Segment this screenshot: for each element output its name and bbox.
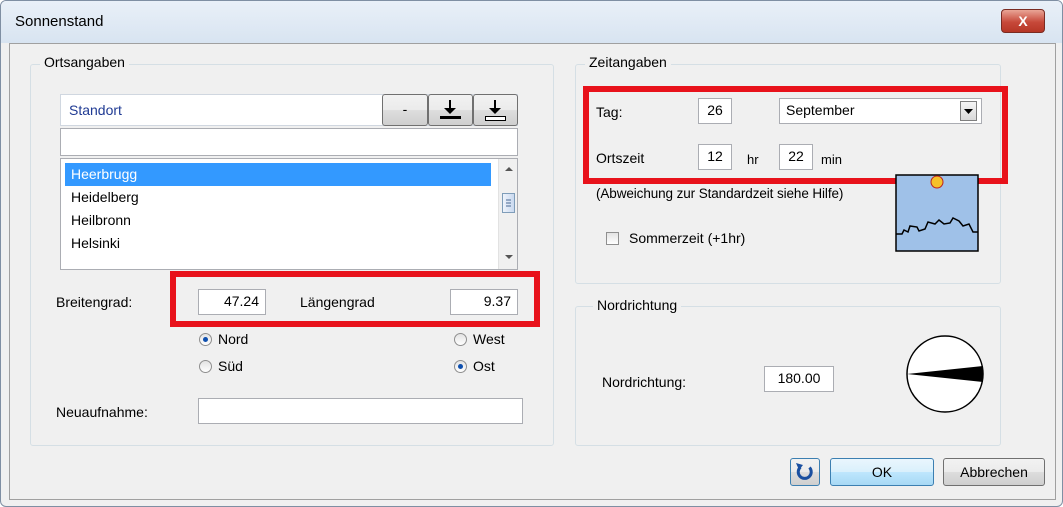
- ortsangaben-legend: Ortsangaben: [40, 54, 129, 70]
- list-item[interactable]: Helsinki: [65, 232, 491, 255]
- standort-label: Standort: [69, 102, 122, 118]
- coordinates-highlight: [170, 271, 540, 327]
- ok-button[interactable]: OK: [830, 458, 934, 486]
- nordrichtung-label: Nordrichtung:: [602, 374, 687, 390]
- location-list-scrollbar[interactable]: [498, 159, 517, 269]
- reset-button[interactable]: [790, 458, 820, 486]
- zeitangaben-legend: Zeitangaben: [585, 54, 671, 70]
- window-title: Sonnenstand: [15, 13, 104, 30]
- nord-label: Nord: [218, 331, 249, 347]
- refresh-icon: [796, 463, 813, 480]
- sommerzeit-label: Sommerzeit (+1hr): [629, 230, 746, 246]
- grip-icon: [506, 199, 511, 207]
- neuaufnahme-input[interactable]: [198, 398, 523, 424]
- download-outline-icon: [485, 100, 506, 121]
- neuaufnahme-label: Neuaufnahme:: [56, 404, 148, 420]
- title-bar[interactable]: Sonnenstand X: [1, 1, 1062, 43]
- list-item[interactable]: Heilbronn: [65, 209, 491, 232]
- sommerzeit-checkbox[interactable]: [606, 232, 619, 245]
- location-list[interactable]: Heerbrugg Heidelberg Heilbronn Helsinki: [60, 158, 518, 270]
- west-label: West: [473, 331, 505, 347]
- scroll-down-icon[interactable]: [503, 253, 515, 261]
- standort-search-input[interactable]: [60, 128, 518, 156]
- ost-label: Ost: [473, 358, 495, 374]
- sued-label: Süd: [218, 358, 243, 374]
- export-location-button[interactable]: [473, 94, 518, 126]
- list-item[interactable]: Heidelberg: [65, 186, 491, 209]
- ost-radio[interactable]: [454, 360, 467, 373]
- scroll-up-icon[interactable]: [503, 165, 515, 173]
- west-radio[interactable]: [454, 333, 467, 346]
- remove-location-button[interactable]: -: [382, 94, 428, 126]
- close-button[interactable]: X: [1001, 9, 1045, 33]
- sun-position-icon: [895, 174, 979, 252]
- dialog-window: Sonnenstand X Ortsangaben Standort - Hee…: [0, 0, 1063, 507]
- breitengrad-label: Breitengrad:: [56, 294, 133, 310]
- cancel-button[interactable]: Abbrechen: [943, 458, 1045, 486]
- import-location-button[interactable]: [428, 94, 473, 126]
- download-icon: [440, 100, 461, 119]
- standardzeit-hint: (Abweichung zur Standardzeit siehe Hilfe…: [596, 186, 844, 201]
- compass-icon: [906, 335, 984, 413]
- scroll-thumb[interactable]: [502, 193, 515, 213]
- sued-radio[interactable]: [199, 360, 212, 373]
- nordrichtung-input[interactable]: 180.00: [764, 366, 834, 392]
- time-highlight: [583, 86, 1008, 184]
- dialog-client: Ortsangaben Standort - Heerbrugg Heidelb…: [9, 43, 1056, 500]
- list-item-selected[interactable]: Heerbrugg: [65, 163, 491, 186]
- nordrichtung-legend: Nordrichtung: [593, 297, 682, 313]
- nord-radio[interactable]: [199, 333, 212, 346]
